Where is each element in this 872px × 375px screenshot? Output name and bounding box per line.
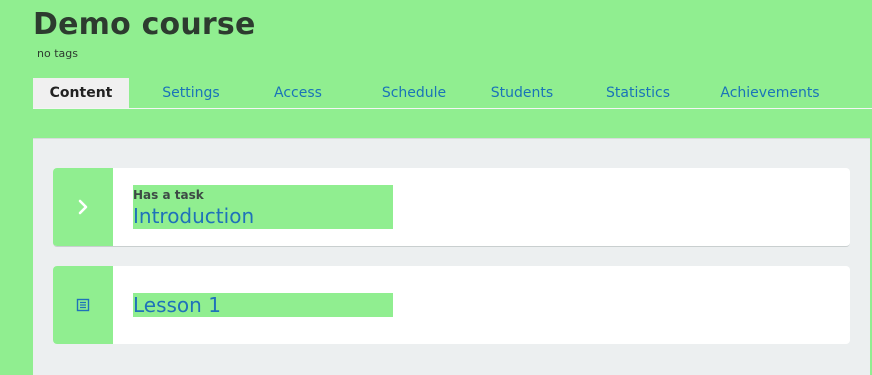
content-panel: Has a task Introduction Lesson 1 xyxy=(33,138,870,375)
course-tabs: Content Settings Access Schedule Student… xyxy=(33,78,872,109)
course-page: Demo course no tags Content Settings Acc… xyxy=(0,0,872,375)
tab-achievements[interactable]: Achievements xyxy=(715,78,825,108)
item-label-box: Has a task Introduction xyxy=(133,185,393,229)
item-icon-cell xyxy=(53,266,113,344)
tab-statistics[interactable]: Statistics xyxy=(599,78,677,108)
item-title[interactable]: Introduction xyxy=(133,204,254,228)
tab-settings[interactable]: Settings xyxy=(150,78,232,108)
course-tags: no tags xyxy=(37,47,78,60)
tab-content[interactable]: Content xyxy=(33,78,129,108)
item-title[interactable]: Lesson 1 xyxy=(133,293,221,317)
item-task-badge: Has a task xyxy=(133,188,204,202)
document-list-icon xyxy=(76,298,90,312)
content-item-lesson-1[interactable]: Lesson 1 xyxy=(53,266,850,344)
chevron-right-icon xyxy=(76,199,90,215)
item-expand-cell[interactable] xyxy=(53,168,113,246)
tab-schedule[interactable]: Schedule xyxy=(369,78,459,108)
content-item-introduction[interactable]: Has a task Introduction xyxy=(53,168,850,247)
tab-access[interactable]: Access xyxy=(262,78,334,108)
item-label-box: Lesson 1 xyxy=(133,293,393,317)
tab-students[interactable]: Students xyxy=(483,78,561,108)
page-title: Demo course xyxy=(33,7,256,42)
